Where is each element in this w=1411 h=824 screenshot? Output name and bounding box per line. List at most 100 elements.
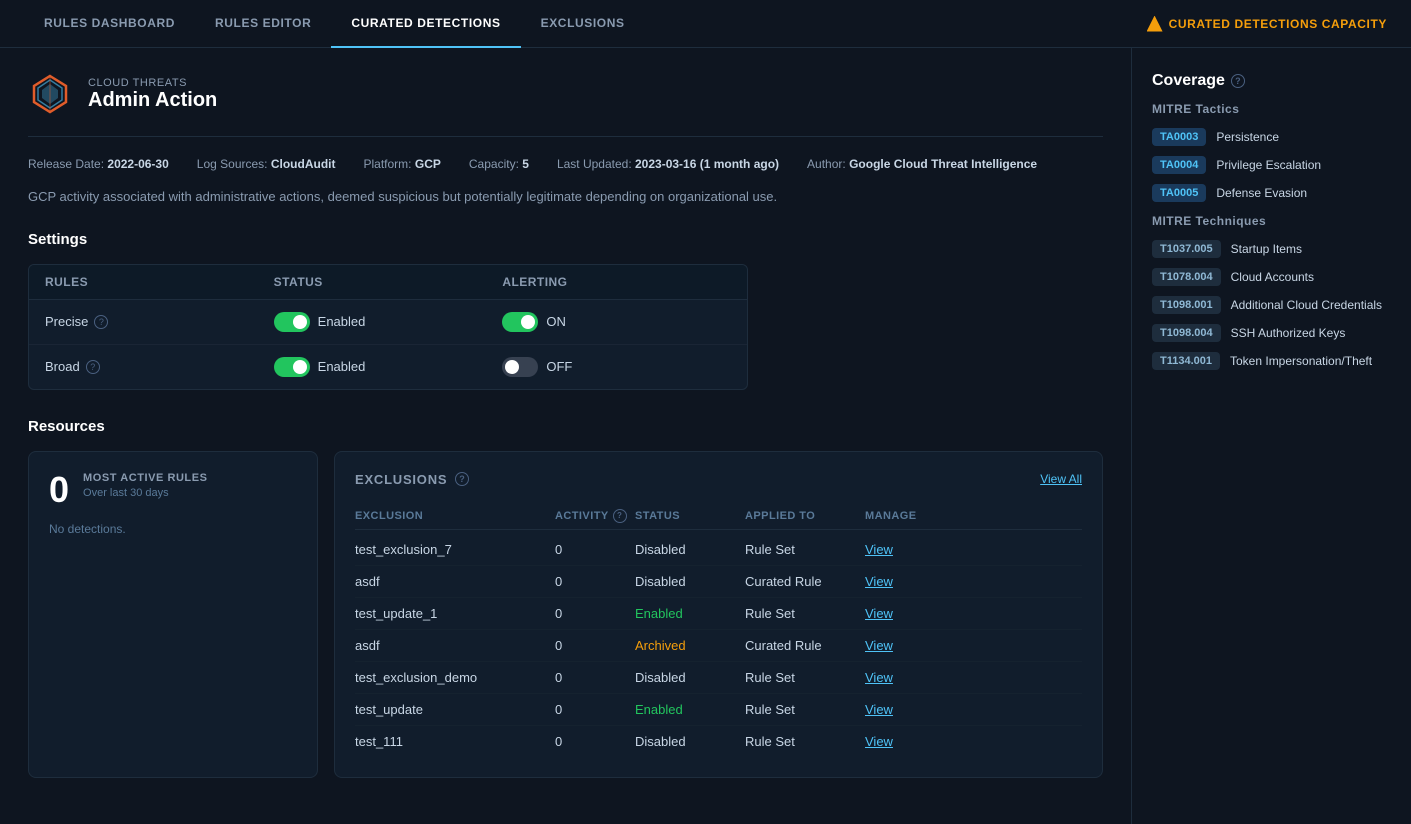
exc-applied-0: Rule Set: [745, 542, 865, 557]
exc-activity-4: 0: [555, 670, 635, 685]
broad-status-toggle[interactable]: [274, 357, 310, 377]
broad-alerting-toggle[interactable]: [502, 357, 538, 377]
technique-row-0: T1037.005 Startup Items: [1152, 240, 1391, 258]
exc-view-5[interactable]: View: [865, 702, 945, 717]
exc-name-2: test_update_1: [355, 606, 555, 621]
technique-label-0: Startup Items: [1231, 242, 1302, 256]
resources-title: Resources: [28, 418, 1103, 435]
exc-view-3[interactable]: View: [865, 638, 945, 653]
settings-row-broad: Broad ? Enabled OFF: [29, 345, 747, 389]
exclusions-table-header: Exclusion Activity ? Status Applied To M…: [355, 503, 1082, 530]
technique-badge-2[interactable]: T1098.001: [1152, 296, 1221, 314]
precise-help-icon[interactable]: ?: [94, 315, 108, 329]
exc-status-5: Enabled: [635, 702, 745, 717]
exc-name-3: asdf: [355, 638, 555, 653]
mitre-techniques-label: MITRE Techniques: [1152, 214, 1391, 228]
nav-rules-editor[interactable]: RULES EDITOR: [195, 0, 331, 48]
rule-precise: Precise ?: [45, 314, 274, 329]
precise-alerting-toggle[interactable]: [502, 312, 538, 332]
log-sources: Log Sources: CloudAudit: [197, 157, 336, 171]
precise-alerting-thumb: [521, 315, 535, 329]
logo-svg: [28, 72, 72, 116]
release-date: Release Date: 2022-06-30: [28, 157, 169, 171]
card-text: MOST ACTIVE RULES Over last 30 days: [83, 472, 207, 499]
exc-name-6: test_111: [355, 734, 555, 749]
exc-col-activity: Activity ?: [555, 509, 635, 523]
precise-toggle-thumb: [293, 315, 307, 329]
resources-section: Resources 0 MOST ACTIVE RULES Over last …: [28, 418, 1103, 778]
technique-badge-4[interactable]: T1134.001: [1152, 352, 1220, 370]
resources-grid: 0 MOST ACTIVE RULES Over last 30 days No…: [28, 451, 1103, 778]
exc-applied-4: Rule Set: [745, 670, 865, 685]
col-status: Status: [274, 275, 503, 289]
exc-view-0[interactable]: View: [865, 542, 945, 557]
capacity-warning[interactable]: CURATED DETECTIONS CAPACITY: [1147, 16, 1387, 32]
exc-view-1[interactable]: View: [865, 574, 945, 589]
technique-label-3: SSH Authorized Keys: [1231, 326, 1346, 340]
exc-activity-5: 0: [555, 702, 635, 717]
tactic-badge-0[interactable]: TA0003: [1152, 128, 1206, 146]
exclusions-header: EXCLUSIONS ? View All: [355, 472, 1082, 487]
broad-alerting-label: OFF: [546, 359, 572, 374]
nav-exclusions[interactable]: EXCLUSIONS: [521, 0, 645, 48]
exc-applied-3: Curated Rule: [745, 638, 865, 653]
view-all-link[interactable]: View All: [1040, 472, 1082, 486]
technique-row-4: T1134.001 Token Impersonation/Theft: [1152, 352, 1391, 370]
last-updated: Last Updated: 2023-03-16 (1 month ago): [557, 157, 779, 171]
exc-col-manage: Manage: [865, 509, 945, 523]
exc-activity-3: 0: [555, 638, 635, 653]
tactic-row-0: TA0003 Persistence: [1152, 128, 1391, 146]
settings-row-precise: Precise ? Enabled ON: [29, 300, 747, 345]
exc-view-4[interactable]: View: [865, 670, 945, 685]
broad-alerting-cell: OFF: [502, 357, 731, 377]
coverage-help-icon[interactable]: ?: [1231, 74, 1245, 88]
settings-title: Settings: [28, 231, 1103, 248]
card-header: 0 MOST ACTIVE RULES Over last 30 days: [49, 472, 297, 508]
mitre-tactics-label: MITRE Tactics: [1152, 102, 1391, 116]
broad-alerting-thumb: [505, 360, 519, 374]
precise-status-label: Enabled: [318, 314, 366, 329]
exclusions-card: EXCLUSIONS ? View All Exclusion Activity…: [334, 451, 1103, 778]
platform: Platform: GCP: [364, 157, 441, 171]
tactic-badge-2[interactable]: TA0005: [1152, 184, 1206, 202]
broad-status-cell: Enabled: [274, 357, 503, 377]
no-detections-message: No detections.: [49, 522, 297, 536]
metadata-row: Release Date: 2022-06-30 Log Sources: Cl…: [28, 157, 1103, 171]
precise-status-toggle[interactable]: [274, 312, 310, 332]
exc-view-6[interactable]: View: [865, 734, 945, 749]
col-rules: Rules: [45, 275, 274, 289]
page-header: CLOUD THREATS Admin Action: [28, 72, 1103, 137]
nav-curated-detections[interactable]: CURATED DETECTIONS: [331, 0, 520, 48]
tactic-badge-1[interactable]: TA0004: [1152, 156, 1206, 174]
technique-badge-0[interactable]: T1037.005: [1152, 240, 1221, 258]
broad-help-icon[interactable]: ?: [86, 360, 100, 374]
exc-status-6: Disabled: [635, 734, 745, 749]
tactic-label-0: Persistence: [1216, 130, 1279, 144]
exc-col-applied-to: Applied To: [745, 509, 865, 523]
exc-view-2[interactable]: View: [865, 606, 945, 621]
nav-rules-dashboard[interactable]: RULES DASHBOARD: [24, 0, 195, 48]
technique-label-2: Additional Cloud Credentials: [1231, 298, 1382, 312]
table-row: test_111 0 Disabled Rule Set View: [355, 726, 1082, 757]
top-navigation: RULES DASHBOARD RULES EDITOR CURATED DET…: [0, 0, 1411, 48]
technique-row-3: T1098.004 SSH Authorized Keys: [1152, 324, 1391, 342]
technique-badge-1[interactable]: T1078.004: [1152, 268, 1221, 286]
rule-broad: Broad ?: [45, 359, 274, 374]
exclusions-help-icon[interactable]: ?: [455, 472, 469, 486]
exc-name-4: test_exclusion_demo: [355, 670, 555, 685]
tactic-label-1: Privilege Escalation: [1216, 158, 1321, 172]
table-row: test_update_1 0 Enabled Rule Set View: [355, 598, 1082, 630]
technique-badge-3[interactable]: T1098.004: [1152, 324, 1221, 342]
exc-status-0: Disabled: [635, 542, 745, 557]
technique-row-1: T1078.004 Cloud Accounts: [1152, 268, 1391, 286]
exc-name-5: test_update: [355, 702, 555, 717]
brand-logo: [28, 72, 72, 116]
exc-col-exclusion: Exclusion: [355, 509, 555, 523]
col-alerting: Alerting: [502, 275, 731, 289]
capacity-label: CURATED DETECTIONS CAPACITY: [1169, 17, 1387, 31]
activity-help-icon[interactable]: ?: [613, 509, 627, 523]
settings-table-header: Rules Status Alerting: [29, 265, 747, 300]
table-row: asdf 0 Disabled Curated Rule View: [355, 566, 1082, 598]
exc-applied-1: Curated Rule: [745, 574, 865, 589]
page-title: Admin Action: [88, 89, 217, 112]
